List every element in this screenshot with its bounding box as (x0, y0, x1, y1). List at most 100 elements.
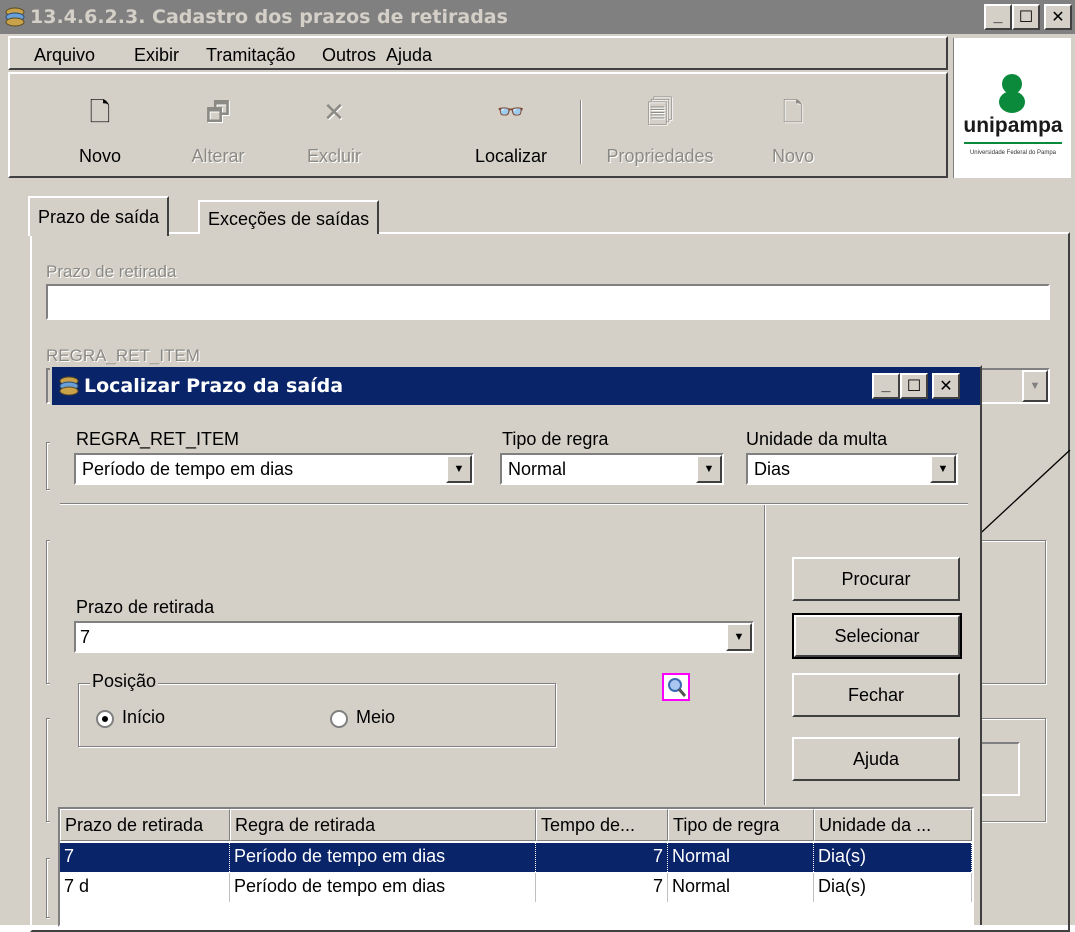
excluir-label: Excluir (306, 146, 361, 166)
table-row[interactable]: 7 Período de tempo em dias 7 Normal Dia(… (60, 843, 972, 872)
column-header[interactable]: Tempo de... (536, 809, 668, 841)
properties-icon: 🗐 (647, 97, 673, 127)
regra-ret-item-label: REGRA_RET_ITEM (76, 429, 240, 449)
delete-x-icon: ✕ (323, 97, 345, 127)
table-row[interactable]: 7 d Período de tempo em dias 7 Normal Di… (60, 873, 972, 902)
logo-tagline: Universidade Federal do Pampa (969, 150, 1057, 156)
selecionar-button[interactable]: Selecionar (792, 613, 962, 659)
logo-rule (964, 142, 1062, 144)
dialog-title: Localizar Prazo da saída (84, 375, 344, 397)
prazo-retirada-value: 7 (80, 627, 91, 647)
toolbar-separator (580, 100, 582, 164)
radio-inicio-indicator[interactable] (96, 710, 114, 728)
propriedades-label: Propriedades (606, 146, 714, 166)
regra-ret-item-label: REGRA_RET_ITEM (46, 346, 200, 365)
regra-ret-item-value: Período de tempo em dias (82, 459, 294, 479)
binoculars-icon: 👓 (497, 99, 525, 124)
regra-ret-item-select[interactable]: Período de tempo em dias ▼ (74, 453, 474, 485)
localizar-label: Localizar (474, 146, 548, 166)
novo2-toolbar-button[interactable]: 🗋 Novo (748, 74, 838, 180)
search-magnifier-icon[interactable] (662, 673, 690, 701)
menu-tramitacao[interactable]: Tramitação (206, 38, 295, 72)
chevron-down-icon[interactable]: ▼ (1022, 370, 1048, 402)
table-cell: Período de tempo em dias (230, 873, 536, 902)
novo-toolbar-button[interactable]: 🗋 Novo (50, 74, 150, 180)
table-cell: 7 d (60, 873, 230, 902)
vertical-separator (764, 505, 766, 805)
maximize-icon: ☐ (1018, 9, 1034, 26)
new-document-icon: 🗋 (89, 97, 111, 127)
prazo-retirada-combo[interactable]: 7 ▼ (74, 621, 754, 653)
tipo-regra-select[interactable]: Normal ▼ (500, 453, 724, 485)
column-header[interactable]: Tipo de regra (668, 809, 814, 841)
minimize-button[interactable]: _ (984, 4, 1012, 30)
alterar-toolbar-button[interactable]: 🗗 Alterar (168, 74, 268, 180)
tipo-regra-label: Tipo de regra (502, 429, 609, 449)
menu-outros[interactable]: Outros (322, 38, 376, 72)
unidade-multa-select[interactable]: Dias ▼ (746, 453, 958, 485)
close-button[interactable]: ✕ (1044, 4, 1072, 30)
maximize-button[interactable]: ☐ (1012, 4, 1040, 30)
tree-logo-icon (999, 74, 1025, 113)
menu-ajuda[interactable]: Ajuda (386, 38, 432, 72)
app-stack-icon (5, 7, 25, 27)
menu-exibir[interactable]: Exibir (134, 38, 179, 72)
horizontal-separator (60, 503, 968, 505)
toolbar: 🗋 Novo 🗗 Alterar ✕ Excluir 👓 Localizar 🗐… (8, 72, 948, 178)
chevron-down-icon[interactable]: ▼ (726, 623, 752, 651)
column-header[interactable]: Prazo de retirada (60, 809, 230, 841)
radio-meio[interactable]: Meio (326, 707, 436, 731)
unidade-multa-value: Dias (754, 459, 791, 479)
table-cell: 7 (60, 843, 230, 872)
column-header[interactable]: Unidade da ... (814, 809, 972, 841)
maximize-icon: ☐ (906, 378, 922, 395)
close-icon: ✕ (1051, 9, 1065, 26)
app-stack-icon (59, 376, 79, 396)
unipampa-logo: unipampa Universidade Federal do Pampa (953, 38, 1071, 178)
posicao-label: Posição (90, 671, 159, 692)
table-cell: Período de tempo em dias (230, 843, 536, 872)
dialog-maximize-button[interactable]: ☐ (900, 373, 928, 399)
close-icon: ✕ (939, 378, 953, 395)
dialog-close-button[interactable]: ✕ (932, 373, 960, 399)
novo2-label: Novo (771, 146, 815, 166)
radio-meio-label: Meio (356, 707, 396, 727)
tab-prazo-de-saida[interactable]: Prazo de saída (28, 196, 170, 236)
tipo-regra-value: Normal (508, 459, 567, 479)
dialog-minimize-button[interactable]: _ (872, 373, 900, 399)
fechar-button[interactable]: Fechar (792, 673, 960, 717)
table-cell: Dia(s) (814, 843, 972, 872)
localizar-dialog: Localizar Prazo da saída _ ☐ ✕ REGRA_RET… (50, 365, 982, 927)
chevron-down-icon[interactable]: ▼ (930, 455, 956, 483)
tab-excecoes-de-saidas[interactable]: Exceções de saídas (198, 200, 380, 234)
procurar-button[interactable]: Procurar (792, 557, 960, 601)
prazo-retirada-label: Prazo de retirada (76, 597, 215, 617)
radio-meio-indicator[interactable] (330, 710, 348, 728)
propriedades-toolbar-button[interactable]: 🗐 Propriedades (590, 74, 730, 180)
dialog-titlebar[interactable]: Localizar Prazo da saída _ ☐ ✕ (52, 367, 980, 405)
radio-inicio[interactable]: Início (92, 707, 212, 731)
ajuda-button[interactable]: Ajuda (792, 737, 960, 781)
main-titlebar[interactable]: 13.4.6.2.3. Cadastro dos prazos de retir… (0, 0, 1075, 34)
menu-bar: Arquivo Exibir Tramitação Outros Ajuda (8, 36, 948, 70)
chevron-down-icon[interactable]: ▼ (696, 455, 722, 483)
table-cell: 7 (536, 873, 668, 902)
new-document-icon: 🗋 (782, 97, 804, 127)
minimize-icon: _ (881, 377, 891, 394)
table-cell: Dia(s) (814, 873, 972, 902)
column-header[interactable]: Regra de retirada (230, 809, 536, 841)
prazo-retirada-input[interactable] (46, 284, 1050, 320)
chevron-down-icon[interactable]: ▼ (446, 455, 472, 483)
localizar-toolbar-button[interactable]: 👓 Localizar (456, 74, 566, 180)
table-cell: Normal (668, 843, 814, 872)
edit-form-icon: 🗗 (205, 97, 231, 127)
logo-wordmark: unipampa (963, 114, 1063, 137)
results-grid[interactable]: Prazo de retirada Regra de retirada Temp… (58, 807, 974, 927)
alterar-label: Alterar (191, 146, 245, 166)
menu-arquivo[interactable]: Arquivo (34, 38, 95, 72)
unidade-multa-label: Unidade da multa (746, 429, 888, 449)
excluir-toolbar-button[interactable]: ✕ Excluir (284, 74, 384, 180)
minimize-icon: _ (993, 8, 1003, 25)
main-window-title: 13.4.6.2.3. Cadastro dos prazos de retir… (30, 6, 508, 28)
prazo-retirada-label: Prazo de retirada (46, 262, 177, 281)
